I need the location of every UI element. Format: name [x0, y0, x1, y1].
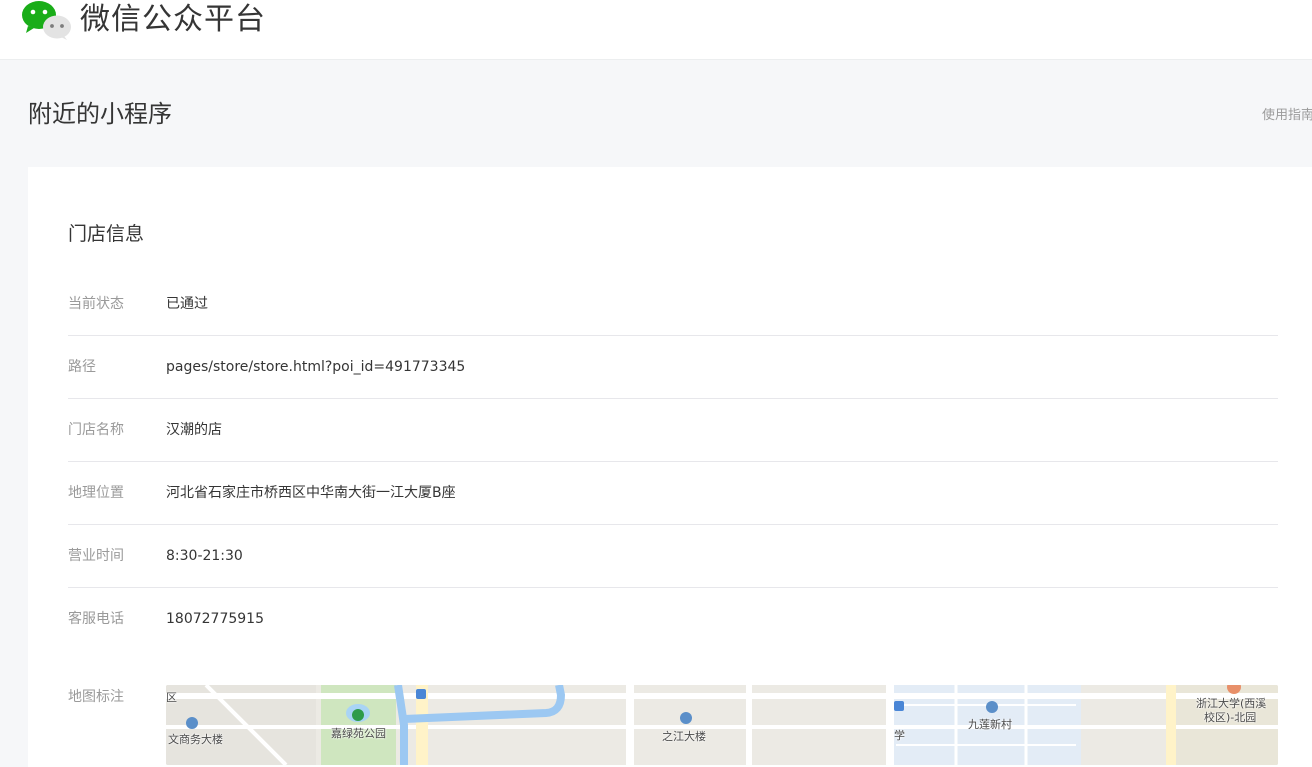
row-label: 路径: [68, 359, 96, 375]
row-label: 营业时间: [68, 548, 124, 564]
store-name-value: 汉潮的店: [166, 422, 222, 438]
row-label: 地理位置: [68, 485, 124, 501]
brand-title[interactable]: 微信公众平台: [80, 2, 266, 38]
wechat-logo-icon[interactable]: [20, 0, 72, 40]
phone-value: 18072775915: [166, 611, 264, 627]
map-label: 地图标注: [68, 689, 124, 705]
row-status: 当前状态 已通过: [68, 273, 1278, 336]
top-bar: 微信公众平台: [0, 0, 1312, 60]
map-place-label: 之江大楼: [662, 730, 706, 743]
map-place-label: 区: [166, 691, 177, 704]
row-store-name: 门店名称 汉潮的店: [68, 399, 1278, 462]
row-phone: 客服电话 18072775915: [68, 588, 1278, 651]
path-value: pages/store/store.html?poi_id=491773345: [166, 359, 466, 375]
map-place-label: 校区)-北园: [1204, 711, 1257, 724]
location-value: 河北省石家庄市桥西区中华南大街一江大厦B座: [166, 485, 456, 501]
map-place-label: 嘉绿苑公园: [331, 727, 386, 740]
row-label: 当前状态: [68, 296, 124, 312]
map-place-label: 九莲新村: [968, 718, 1012, 731]
map-view[interactable]: 嘉绿苑公园 之江大楼 九莲新村 浙江大学(西溪 校区)-北园 文商务大楼 区 学: [166, 685, 1278, 765]
status-value: 已通过: [166, 296, 208, 312]
store-info-card: 门店信息 当前状态 已通过 路径 pages/store/store.html?…: [28, 167, 1312, 767]
map-place-label: 文商务大楼: [168, 733, 223, 746]
row-location: 地理位置 河北省石家庄市桥西区中华南大街一江大厦B座: [68, 462, 1278, 525]
hours-value: 8:30-21:30: [166, 548, 243, 564]
row-label: 门店名称: [68, 422, 124, 438]
page-title: 附近的小程序: [28, 100, 172, 128]
row-label: 客服电话: [68, 611, 124, 627]
map-row: 地图标注: [68, 685, 124, 709]
row-hours: 营业时间 8:30-21:30: [68, 525, 1278, 588]
guide-link[interactable]: 使用指南: [1262, 104, 1312, 123]
section-title: 门店信息: [68, 223, 145, 245]
row-path: 路径 pages/store/store.html?poi_id=4917733…: [68, 336, 1278, 399]
